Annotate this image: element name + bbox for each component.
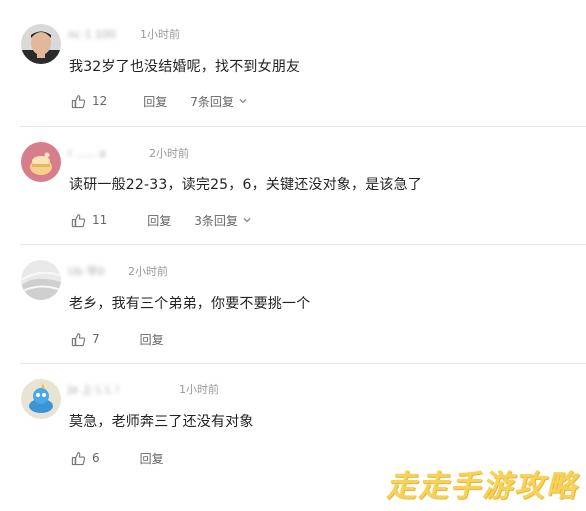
divider xyxy=(20,244,586,245)
timestamp: 2小时前 xyxy=(128,265,168,278)
replies-count: 7条回复 xyxy=(190,94,234,109)
thumbs-up-icon xyxy=(71,213,92,228)
chevron-down-icon xyxy=(234,96,248,106)
comment-text: 读研一般22-33，读完25，6，关键还没对象，是该急了 xyxy=(69,177,423,193)
avatar[interactable] xyxy=(21,379,61,419)
view-replies-button[interactable]: 7条回复 xyxy=(190,93,248,110)
replies-count: 3条回复 xyxy=(194,213,238,228)
like-count: 7 xyxy=(92,332,100,346)
timestamp: 2小时前 xyxy=(149,147,189,160)
divider xyxy=(20,126,586,127)
comment-actions: 12 回复 7条回复 xyxy=(71,92,248,110)
like-count: 11 xyxy=(92,213,108,227)
like-button[interactable]: 6 xyxy=(71,451,100,466)
comment-text: 莫急，老师奔三了还没有对象 xyxy=(69,414,254,430)
avatar[interactable] xyxy=(21,142,61,182)
watermark: 走走手游攻略 xyxy=(386,469,578,504)
thumbs-up-icon xyxy=(71,451,92,466)
view-replies-button[interactable]: 3条回复 xyxy=(194,212,252,229)
comment-text: 老乡，我有三个弟弟，你要不要挑一个 xyxy=(69,296,311,312)
comment-actions: 6 回复 xyxy=(71,449,164,467)
avatar[interactable] xyxy=(21,260,61,300)
reply-button[interactable]: 回复 xyxy=(140,331,164,348)
comment-actions: 7 回复 xyxy=(71,330,164,348)
comment-list: nc 1 100 1小时前 我32岁了也没结婚呢，找不到女朋友 12 回复 7条… xyxy=(0,0,586,511)
like-count: 6 xyxy=(92,451,100,465)
comment-actions: 11 回复 3条回复 xyxy=(71,211,252,229)
comment-text: 我32岁了也没结婚呢，找不到女朋友 xyxy=(69,59,301,75)
reply-button[interactable]: 回复 xyxy=(147,212,171,229)
reply-button[interactable]: 回复 xyxy=(143,93,167,110)
chevron-down-icon xyxy=(238,215,252,225)
reply-button[interactable]: 回复 xyxy=(140,450,164,467)
like-button[interactable]: 12 xyxy=(71,94,107,109)
like-button[interactable]: 7 xyxy=(71,332,100,347)
username[interactable]: Ja 上 L L ! xyxy=(68,383,164,397)
divider xyxy=(20,363,586,364)
avatar[interactable] xyxy=(21,24,61,64)
like-button[interactable]: 11 xyxy=(71,213,107,228)
like-count: 12 xyxy=(92,94,108,108)
username[interactable]: l ...... a xyxy=(68,147,134,161)
username[interactable]: nc 1 100 xyxy=(68,28,126,42)
timestamp: 1小时前 xyxy=(140,28,180,41)
thumbs-up-icon xyxy=(71,94,92,109)
timestamp: 1小时前 xyxy=(179,383,219,396)
thumbs-up-icon xyxy=(71,332,92,347)
username[interactable]: Ub 早0 xyxy=(68,265,116,279)
